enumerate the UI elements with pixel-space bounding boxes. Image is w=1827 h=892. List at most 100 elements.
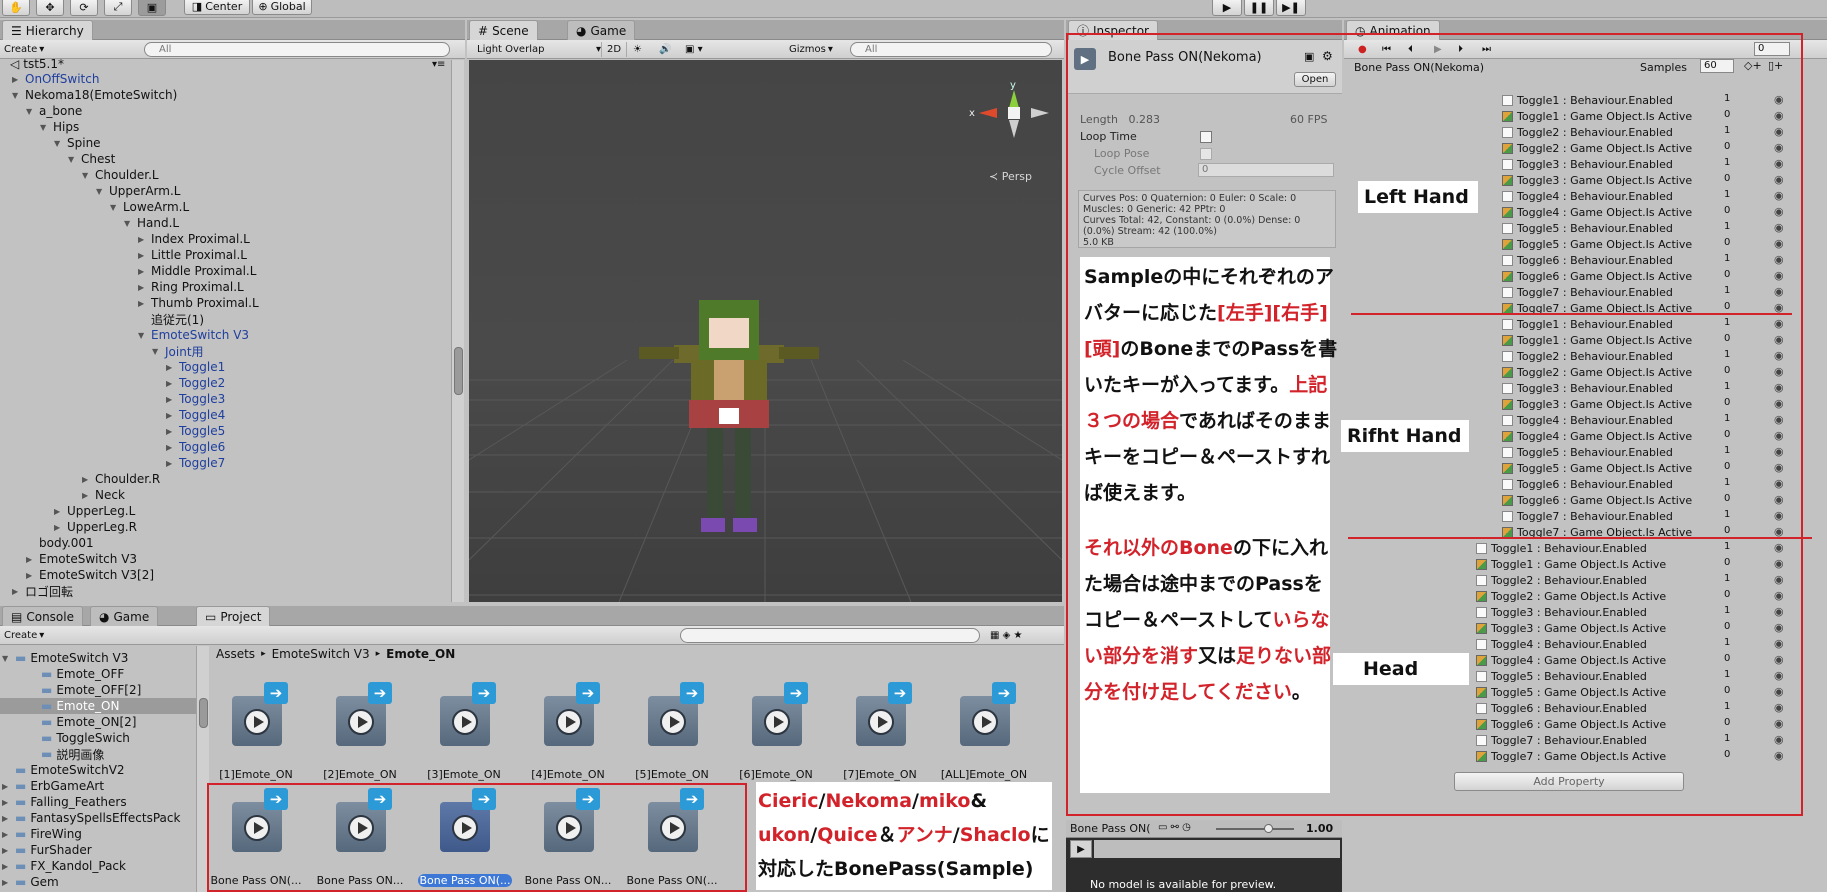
tab-game-bottom[interactable]: ◕ Game	[90, 606, 159, 626]
expand-arrow-icon[interactable]: ▶	[54, 507, 63, 516]
hierarchy-item[interactable]: ▼ Hips	[40, 119, 79, 135]
asset-label[interactable]: [7]Emote_ON	[834, 768, 926, 781]
expand-arrow-icon[interactable]: ▶	[166, 363, 175, 372]
pivot-center-button[interactable]: ◨ Center	[184, 0, 250, 15]
project-folder-item[interactable]: ▬ Emote_OFF	[0, 666, 196, 682]
hierarchy-item[interactable]: ▶ UpperLeg.L	[54, 503, 135, 519]
expand-arrow-icon[interactable]: ▶	[26, 571, 35, 580]
scrollbar-thumb[interactable]	[454, 347, 463, 395]
hierarchy-item[interactable]: ▶ Ring Proximal.L	[138, 279, 244, 295]
persp-label[interactable]: ≺ Persp	[989, 170, 1032, 183]
animation-clip-asset[interactable]: ➔	[648, 682, 706, 746]
hierarchy-item[interactable]: ▼ Nekoma18(EmoteSwitch)	[12, 87, 177, 103]
asset-label[interactable]: [5]Emote_ON	[626, 768, 718, 781]
hierarchy-item[interactable]: ▶ Middle Proximal.L	[138, 263, 256, 279]
hierarchy-item[interactable]: ▶ Toggle7	[166, 455, 225, 471]
gizmos-dropdown[interactable]: Gizmos ▾	[789, 42, 833, 57]
project-folder-item[interactable]: ▶ ▬ Falling_Feathers	[0, 794, 196, 810]
hierarchy-item[interactable]: ▶ Toggle6	[166, 439, 225, 455]
expand-arrow-icon[interactable]: ▼	[68, 155, 77, 164]
project-folder-item[interactable]: ▬ Emote_ON	[0, 698, 196, 714]
hierarchy-item[interactable]: ▼ Hand.L	[124, 215, 179, 231]
animation-clip-asset[interactable]: ➔	[440, 682, 498, 746]
hierarchy-item[interactable]: ▶ Toggle5	[166, 423, 225, 439]
expand-arrow-icon[interactable]: ▶	[138, 299, 147, 308]
scrollbar-thumb[interactable]	[199, 698, 208, 728]
hand-tool-button[interactable]: ✋	[2, 0, 30, 16]
expand-arrow-icon[interactable]: ▶	[138, 251, 147, 260]
expand-arrow-icon[interactable]: ▶	[166, 459, 175, 468]
search-filter-icons[interactable]: ▦ ◈ ★	[990, 628, 1022, 643]
hierarchy-item[interactable]: body.001	[26, 535, 94, 551]
expand-arrow-icon[interactable]: ▶	[82, 491, 91, 500]
asset-label[interactable]: [3]Emote_ON	[418, 768, 510, 781]
animation-clip-asset[interactable]: ➔	[232, 682, 290, 746]
asset-label[interactable]: [2]Emote_ON	[314, 768, 406, 781]
hierarchy-item[interactable]: ▶ EmoteSwitch V3[2]	[26, 567, 154, 583]
hierarchy-item[interactable]: ▶ EmoteSwitch V3	[26, 551, 137, 567]
expand-arrow-icon[interactable]: ▶	[166, 427, 175, 436]
expand-arrow-icon[interactable]: ▼	[138, 331, 147, 340]
effects-dropdown-icon[interactable]: ▣ ▾	[685, 42, 703, 57]
animation-clip-asset[interactable]: ➔	[856, 682, 914, 746]
expand-arrow-icon[interactable]: ▼	[54, 139, 63, 148]
hierarchy-item[interactable]: ▼ Spine	[54, 135, 101, 151]
project-folder-item[interactable]: ▶ ▬ Gem	[0, 874, 196, 890]
scene-menu-icon[interactable]: ▾≡	[432, 59, 445, 70]
expand-arrow-icon[interactable]: ▼	[40, 123, 49, 132]
scene-orientation-gizmo[interactable]: y x	[969, 78, 1059, 158]
tab-console[interactable]: ▤ Console	[2, 606, 83, 626]
expand-arrow-icon[interactable]: ▶	[2, 782, 11, 791]
hierarchy-item[interactable]: ▶ Little Proximal.L	[138, 247, 247, 263]
expand-arrow-icon[interactable]: ▶	[166, 443, 175, 452]
project-search-input[interactable]	[680, 628, 980, 643]
expand-arrow-icon[interactable]: ▶	[12, 587, 21, 596]
hierarchy-item[interactable]: 追従元(1)	[138, 311, 204, 327]
animation-clip-asset[interactable]: ➔	[960, 682, 1018, 746]
project-folder-item[interactable]: ▶ ▬ FantasySpellsEffectsPack	[0, 810, 196, 826]
asset-label[interactable]: [6]Emote_ON	[730, 768, 822, 781]
project-folder-item[interactable]: ▼ ▬ EmoteSwitch V3	[0, 650, 196, 666]
slider-knob[interactable]	[1264, 824, 1273, 833]
project-create-dropdown[interactable]: Create ▾	[4, 628, 44, 643]
asset-label[interactable]: [1]Emote_ON	[210, 768, 302, 781]
expand-arrow-icon[interactable]: ▶	[166, 411, 175, 420]
tab-scene[interactable]: # Scene	[469, 20, 538, 40]
expand-arrow-icon[interactable]: ▶	[138, 267, 147, 276]
avatar-model[interactable]	[629, 290, 829, 550]
preview-speed-slider[interactable]	[1216, 824, 1294, 833]
step-button[interactable]: ▶❚	[1276, 0, 1306, 16]
project-folder-item[interactable]: ▬ EmoteSwitchV2	[0, 762, 196, 778]
rotate-tool-button[interactable]: ⟳	[70, 0, 98, 16]
hierarchy-item[interactable]: ▶ Toggle4	[166, 407, 225, 423]
animation-clip-asset[interactable]: ➔	[336, 682, 394, 746]
project-folder-item[interactable]: ▬ ToggleSwich	[0, 730, 196, 746]
expand-arrow-icon[interactable]: ▼	[26, 107, 35, 116]
hierarchy-scrollbar[interactable]	[451, 60, 464, 602]
breadcrumb-item[interactable]: Emote_ON	[386, 647, 455, 661]
hierarchy-item[interactable]: ▼ LoweArm.L	[110, 199, 189, 215]
hierarchy-item[interactable]: ▶ Toggle1	[166, 359, 225, 375]
light-toggle-icon[interactable]: ☀	[633, 42, 642, 57]
expand-arrow-icon[interactable]: ▼	[12, 91, 21, 100]
expand-arrow-icon[interactable]: ▶	[138, 283, 147, 292]
expand-arrow-icon[interactable]: ▼	[124, 219, 133, 228]
expand-arrow-icon[interactable]: ▼	[96, 187, 105, 196]
breadcrumb-item[interactable]: Assets	[216, 647, 255, 661]
hierarchy-item[interactable]: ▶ UpperLeg.R	[54, 519, 137, 535]
preview-play-button[interactable]: ▶	[1070, 840, 1092, 858]
hierarchy-item[interactable]: ▶ Index Proximal.L	[138, 231, 250, 247]
expand-arrow-icon[interactable]: ▶	[12, 75, 21, 84]
hierarchy-item[interactable]: ▶ Toggle2	[166, 375, 225, 391]
expand-arrow-icon[interactable]: ▶	[26, 555, 35, 564]
preview-icons[interactable]: ▭ ⚯ ◷	[1158, 822, 1191, 833]
expand-arrow-icon[interactable]: ▶	[2, 878, 11, 887]
project-folder-item[interactable]: ▬ 説明画像	[0, 746, 196, 762]
pause-button[interactable]: ❚❚	[1244, 0, 1274, 16]
expand-arrow-icon[interactable]: ▼	[110, 203, 119, 212]
expand-arrow-icon[interactable]: ▶	[54, 523, 63, 532]
expand-arrow-icon[interactable]: ▶	[2, 798, 11, 807]
hierarchy-item[interactable]: ▶ Choulder.R	[82, 471, 160, 487]
rect-tool-button[interactable]: ▣	[138, 0, 166, 16]
expand-arrow-icon[interactable]: ▶	[2, 862, 11, 871]
